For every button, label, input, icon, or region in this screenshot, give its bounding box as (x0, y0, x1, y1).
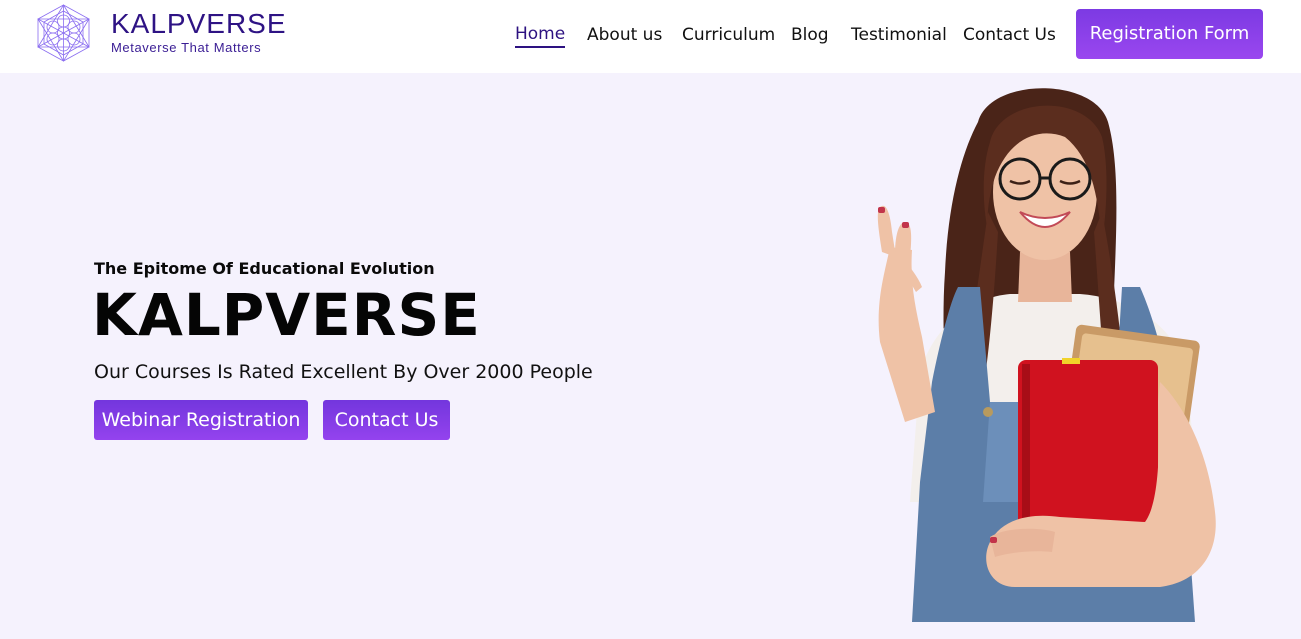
nav-home[interactable]: Home (515, 22, 566, 48)
site-header: KALPVERSE Metaverse That Matters Home Ab… (0, 0, 1301, 73)
logo-icon[interactable] (35, 3, 92, 63)
brand-name[interactable]: KALPVERSE (111, 8, 287, 40)
nav-about-us[interactable]: About us (587, 22, 662, 48)
student-holding-books-image (877, 88, 1216, 622)
contact-us-button[interactable]: Contact Us (323, 400, 450, 440)
hero-subtitle: Our Courses Is Rated Excellent By Over 2… (94, 361, 593, 383)
hero-bottom-strip (0, 622, 1301, 639)
nav-contact-us[interactable]: Contact Us (963, 22, 1056, 48)
nav-curriculum[interactable]: Curriculum (682, 22, 775, 48)
nav-blog[interactable]: Blog (791, 22, 829, 48)
hero-title: KALPVERSE (92, 281, 481, 349)
registration-form-button[interactable]: Registration Form (1076, 9, 1263, 59)
nav-testimonial[interactable]: Testimonial (851, 22, 947, 48)
brand-tagline: Metaverse That Matters (111, 40, 262, 55)
webinar-registration-button[interactable]: Webinar Registration (94, 400, 308, 440)
hero-eyebrow: The Epitome Of Educational Evolution (94, 259, 435, 278)
